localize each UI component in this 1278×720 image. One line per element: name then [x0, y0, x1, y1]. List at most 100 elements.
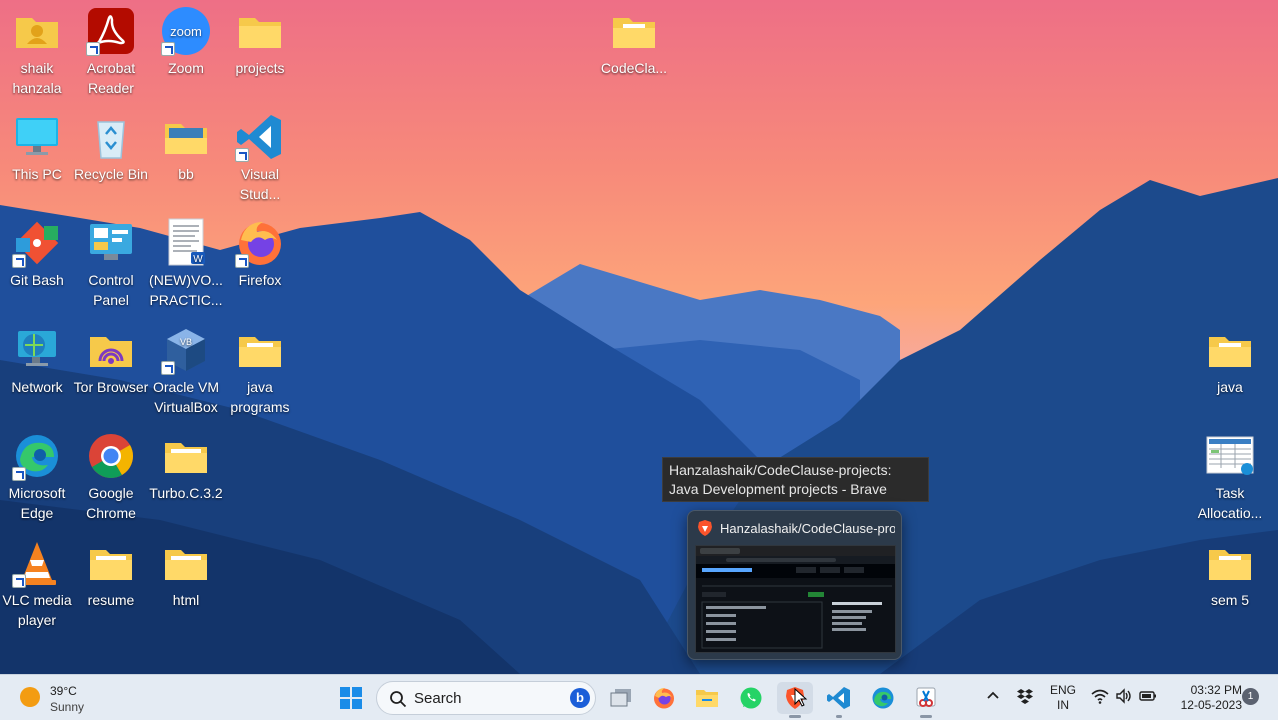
window-preview-thumbnail[interactable]: Hanzalashaik/CodeClause-proj...	[687, 510, 902, 660]
desktop-icon-recycle-bin[interactable]: Recycle Bin	[73, 112, 149, 184]
vscode-icon	[827, 687, 850, 709]
folder-icon	[1209, 550, 1251, 580]
desktop-icon-label: Recycle Bin	[74, 166, 148, 182]
desktop-icon-firefox[interactable]: Firefox	[222, 218, 298, 290]
firefox-icon	[654, 688, 674, 709]
desktop-icon-label: CodeCla...	[600, 60, 668, 76]
show-hidden-icons-chevron-icon[interactable]	[984, 687, 1002, 705]
task-view-icon	[610, 689, 631, 707]
desktop-icon-acrobat-reader[interactable]: Acrobat Reader	[73, 6, 149, 98]
desktop-icon-java-programs[interactable]: java programs	[222, 325, 298, 417]
system-clock[interactable]: 03:32 PM 12-05-2023	[1166, 683, 1242, 713]
folder-icon	[696, 690, 718, 707]
shortcut-arrow-icon	[86, 42, 100, 56]
desktop-icon-label: (NEW)VO... PRACTIC...	[149, 272, 223, 308]
start-button[interactable]	[333, 682, 369, 714]
folder-icon	[1209, 337, 1251, 367]
desktop-icon-label: This PC	[12, 166, 62, 182]
desktop-icon-tor-browser[interactable]: Tor Browser	[73, 325, 149, 397]
desktop-icon-label: Google Chrome	[86, 485, 136, 521]
notification-badge[interactable]: 1	[1242, 688, 1259, 705]
desktop-icon-resume[interactable]: resume	[73, 538, 149, 610]
desktop-icon-html[interactable]: html	[148, 538, 224, 610]
desktop-icon-codeclause[interactable]: CodeCla...	[596, 6, 672, 78]
desktop-icon-git-bash[interactable]: Git Bash	[0, 218, 75, 290]
desktop-icon-virtualbox[interactable]: VB Oracle VM VirtualBox	[148, 325, 224, 417]
weather-condition: Sunny	[50, 700, 85, 714]
desktop-icon-projects[interactable]: projects	[222, 6, 298, 78]
desktop-icon-label: Git Bash	[10, 272, 64, 288]
firefox-button[interactable]	[646, 682, 682, 714]
search-box[interactable]: Search b	[376, 681, 596, 715]
taskbar-tooltip: Hanzalashaik/CodeClause-projects: Java D…	[662, 457, 929, 502]
file-explorer-button[interactable]	[689, 682, 725, 714]
taskbar: 39°C Sunny Search b ENG IN 03:32 PM 12-0…	[0, 674, 1278, 720]
preview-title: Hanzalashaik/CodeClause-proj...	[720, 521, 895, 536]
network-icon	[18, 331, 56, 366]
desktop-icon-word-document[interactable]: W (NEW)VO... PRACTIC...	[148, 218, 224, 310]
folder-icon	[165, 550, 207, 580]
edge-button[interactable]	[865, 682, 901, 714]
desktop-icon-label: Turbo.C.3.2	[149, 485, 223, 501]
desktop-icon-label: projects	[235, 60, 285, 76]
desktop-icon-control-panel[interactable]: Control Panel	[73, 218, 149, 310]
snipping-tool-icon	[916, 687, 936, 707]
desktop-icon-label: VLC media player	[2, 592, 72, 628]
desktop-icon-label: Task Allocatio...	[1197, 485, 1263, 521]
desktop-icon-label: html	[172, 592, 200, 608]
whatsapp-icon	[740, 687, 762, 709]
desktop-icon-visual-studio-code[interactable]: Visual Stud...	[222, 112, 298, 204]
input-language-indicator[interactable]: ENG IN	[1048, 683, 1078, 713]
tor-folder-icon	[90, 337, 132, 367]
user-folder-icon	[16, 18, 58, 48]
vscode-button[interactable]	[821, 682, 857, 718]
mouse-cursor-icon	[794, 688, 808, 707]
shortcut-arrow-icon	[235, 254, 249, 268]
desktop-icon-shaik-hanzala[interactable]: shaik hanzala	[0, 6, 75, 98]
desktop-icon-label: java	[1217, 379, 1243, 395]
desktop-icon-bb[interactable]: bb	[148, 112, 224, 184]
bing-icon[interactable]: b	[570, 688, 590, 708]
weather-widget[interactable]: 39°C Sunny	[16, 681, 126, 715]
dropbox-icon[interactable]	[1016, 687, 1034, 705]
desktop-icon-vlc[interactable]: VLC media player	[0, 538, 75, 630]
svg-text:zoom: zoom	[170, 24, 202, 39]
whatsapp-button[interactable]	[733, 682, 769, 714]
desktop-icon-network[interactable]: Network	[0, 325, 75, 397]
desktop-icon-zoom[interactable]: zoom Zoom	[148, 6, 224, 78]
windows-logo-icon	[340, 687, 362, 709]
chrome-icon	[89, 434, 133, 478]
svg-text:VB: VB	[180, 337, 192, 347]
desktop-icon-this-pc[interactable]: This PC	[0, 112, 75, 184]
battery-icon[interactable]	[1139, 687, 1157, 705]
folder-icon	[239, 18, 281, 48]
folder-icon	[90, 550, 132, 580]
edge-icon	[872, 687, 894, 709]
shortcut-arrow-icon	[161, 361, 175, 375]
folder-icon	[165, 443, 207, 473]
shortcut-arrow-icon	[161, 42, 175, 56]
desktop-icon-label: resume	[87, 592, 135, 608]
desktop-icon-label: Firefox	[238, 272, 282, 288]
desktop-icon-turbo-c[interactable]: Turbo.C.3.2	[148, 431, 224, 503]
preview-screenshot	[695, 545, 896, 653]
desktop-icon-label: Control Panel	[88, 272, 134, 308]
region-code: IN	[1057, 698, 1069, 712]
desktop-icon-java[interactable]: java	[1192, 325, 1268, 397]
wifi-icon[interactable]	[1091, 687, 1109, 705]
clock-time: 03:32 PM	[1190, 683, 1242, 697]
folder-icon	[165, 124, 207, 154]
desktop-icon-google-chrome[interactable]: Google Chrome	[73, 431, 149, 523]
snipping-tool-button[interactable]	[908, 682, 944, 718]
task-view-button[interactable]	[603, 682, 639, 714]
volume-icon[interactable]	[1115, 687, 1133, 705]
monitor-icon	[16, 118, 58, 155]
word-document-icon: W	[168, 218, 205, 266]
desktop-icon-task-allocation[interactable]: Task Allocatio...	[1192, 431, 1268, 523]
folder-icon	[613, 18, 655, 48]
desktop-icon-microsoft-edge[interactable]: Microsoft Edge	[0, 431, 75, 523]
desktop-icon-label: Visual Stud...	[239, 166, 281, 202]
desktop-icon-label: bb	[178, 166, 194, 182]
desktop-icon-sem-5[interactable]: sem 5	[1192, 538, 1268, 610]
spreadsheet-icon	[1206, 436, 1254, 475]
